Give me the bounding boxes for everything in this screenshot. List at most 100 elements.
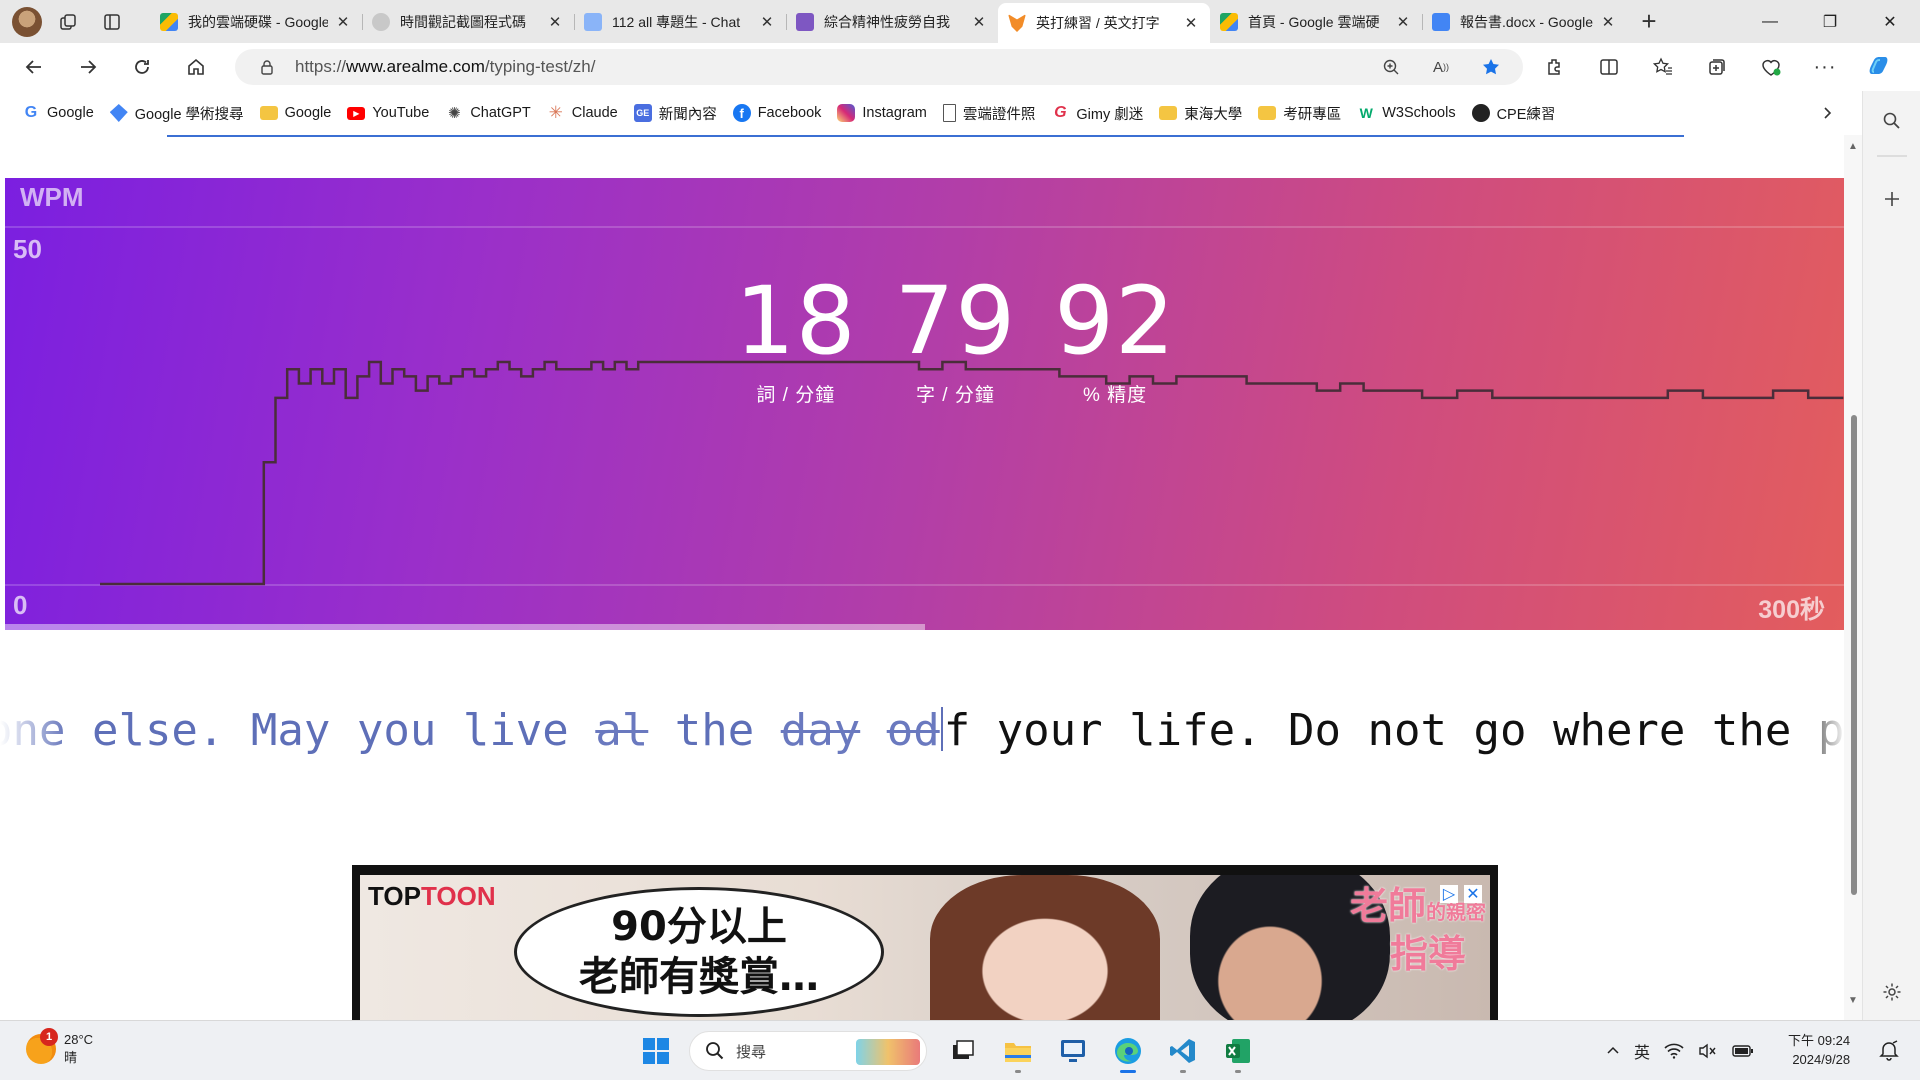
scroll-down-arrow[interactable]: ▼ [1847,995,1859,1007]
w3schools-icon: W [1359,105,1373,121]
more-menu-icon[interactable]: ··· [1805,47,1845,87]
add-icon[interactable] [1877,184,1907,214]
favorite-star-icon[interactable] [1473,49,1509,85]
bookmark-gimy[interactable]: G Gimy 劇迷 [1043,98,1151,128]
task-view-icon[interactable] [941,1029,985,1073]
page-scrollbar[interactable]: ▲ ▼ [1844,135,1862,1020]
workspaces-icon[interactable] [50,4,86,40]
browser-essentials-icon[interactable] [1751,47,1791,87]
vscode-icon[interactable] [1161,1029,1205,1073]
volume-muted-icon[interactable] [1698,1043,1718,1059]
url-text[interactable]: https://www.arealme.com/typing-test/zh/ [295,57,595,77]
restore-button[interactable]: ❐ [1800,0,1860,43]
text-fade-right [1796,705,1846,765]
new-tab-button[interactable]: + [1631,4,1667,40]
ad-close-icon[interactable]: ✕ [1464,885,1482,903]
vertical-tabs-icon[interactable] [94,4,130,40]
wpm-chart: WPM 50 0 300秒 18 詞 / 分鐘 79 字 / 分鐘 92 % 精… [5,178,1845,630]
profile-avatar[interactable] [12,6,42,37]
file-explorer-icon[interactable] [996,1029,1040,1073]
bookmark-w3schools[interactable]: W W3Schools [1349,98,1463,128]
browser-tab[interactable]: 首頁 - Google 雲端硬 ✕ [1210,4,1422,40]
bookmarks-bar: G Google Google 學術搜尋 Google ▶ YouTube ✺ Cha… [0,91,1862,135]
edge-browser-icon[interactable] [1106,1029,1150,1073]
bookmark-cloud-id-photo[interactable]: 雲端證件照 [935,98,1044,128]
minimize-button[interactable]: — [1740,0,1800,43]
ad-image[interactable]: TOPTOON 90分以上 老師有獎賞… 老師的親密 指導 ▷ ✕ [360,875,1490,1020]
close-icon[interactable]: ✕ [334,13,352,31]
adchoices-icon[interactable]: ▷ [1440,885,1458,903]
read-aloud-icon[interactable]: A)) [1423,49,1459,85]
advertisement-banner[interactable]: TOPTOON 90分以上 老師有獎賞… 老師的親密 指導 ▷ ✕ [352,865,1498,1020]
active-indicator [1120,1070,1136,1073]
running-indicator [1015,1070,1021,1073]
search-icon [704,1040,726,1062]
bookmark-chatgpt[interactable]: ✺ ChatGPT [437,98,538,128]
bookmark-claude[interactable]: ✳ Claude [539,98,626,128]
close-icon[interactable]: ✕ [1394,13,1412,31]
browser-tab[interactable]: 綜合精神性疲勞自我 ✕ [786,4,998,40]
text-caret [940,707,943,751]
browser-tab[interactable]: 112 all 專題生 - Chat ✕ [574,4,786,40]
page-icon [942,104,956,122]
gimy-icon: G [1054,104,1067,121]
bookmark-google[interactable]: G Google [14,98,102,128]
remote-desktop-icon[interactable] [1051,1029,1095,1073]
home-button[interactable] [176,47,216,87]
close-icon[interactable]: ✕ [1182,14,1200,32]
bookmark-cpe[interactable]: CPE練習 [1464,98,1564,128]
bookmark-google-folder[interactable]: Google [252,98,340,128]
settings-gear-icon[interactable] [1877,977,1907,1007]
extensions-icon[interactable] [1535,47,1575,87]
ad-brand-logo: TOPTOON [368,881,496,911]
lock-icon[interactable] [257,57,277,77]
ad-speech-bubble: 90分以上 老師有獎賞… [514,887,884,1017]
start-windows-icon[interactable] [634,1029,678,1073]
back-button[interactable] [14,47,54,87]
running-indicator [1235,1070,1241,1073]
battery-icon[interactable] [1732,1044,1754,1058]
chevron-up-icon[interactable] [1606,1044,1620,1058]
bookmark-instagram[interactable]: Instagram [829,98,934,128]
browser-tab-active[interactable]: 英打練習 / 英文打字 ✕ [998,3,1210,43]
close-icon[interactable]: ✕ [758,13,776,31]
typing-area[interactable]: one else. May you live al the day odf yo… [0,705,1846,765]
bookmark-news[interactable]: GE 新聞內容 [626,98,725,128]
close-icon[interactable]: ✕ [1599,13,1617,31]
notification-bell-icon[interactable] [1878,1039,1900,1061]
address-bar[interactable]: https://www.arealme.com/typing-test/zh/ … [235,49,1523,85]
close-icon[interactable]: ✕ [970,13,988,31]
stat-value: 92 [1054,267,1176,376]
bookmark-google-scholar[interactable]: Google 學術搜尋 [102,98,252,128]
taskbar-search-box[interactable]: 搜尋 [689,1031,927,1071]
copilot-icon[interactable] [1859,47,1899,87]
weather-widget[interactable]: 1 28°C 晴 [26,1028,93,1067]
bookmark-grad-exam-folder[interactable]: 考研專區 [1250,98,1349,128]
forward-button[interactable] [68,47,108,87]
scroll-up-arrow[interactable]: ▲ [1847,141,1859,153]
scrollbar-thumb[interactable] [1851,415,1857,895]
collections-icon[interactable] [1697,47,1737,87]
bookmark-tunghai-folder[interactable]: 東海大學 [1151,98,1250,128]
close-icon[interactable]: ✕ [546,13,564,31]
excel-icon[interactable] [1216,1029,1260,1073]
browser-tab[interactable]: 時間觀記截圖程式碼 ✕ [362,4,574,40]
window-close-button[interactable]: ✕ [1860,0,1920,43]
bookmark-facebook[interactable]: f Facebook [725,98,830,128]
browser-tab[interactable]: 報告書.docx - Google ✕ [1422,4,1627,40]
chevron-right-icon[interactable] [1812,98,1842,128]
zoom-icon[interactable] [1373,49,1409,85]
browser-tab[interactable]: 我的雲端硬碟 - Google ✕ [150,4,362,40]
edge-sidebar [1862,91,1920,1020]
system-clock[interactable]: 下午 09:24 2024/9/28 [1788,1031,1850,1069]
bookmark-youtube[interactable]: ▶ YouTube [339,98,437,128]
tab-title: 我的雲端硬碟 - Google [188,13,328,30]
favorites-icon[interactable] [1643,47,1683,87]
input-method-indicator[interactable]: 英 [1634,1039,1650,1063]
fox-icon [1008,14,1026,32]
refresh-button[interactable] [122,47,162,87]
wifi-icon[interactable] [1664,1043,1684,1059]
split-screen-icon[interactable] [1589,47,1629,87]
search-icon[interactable] [1877,106,1907,136]
tab-title: 報告書.docx - Google [1460,13,1593,30]
